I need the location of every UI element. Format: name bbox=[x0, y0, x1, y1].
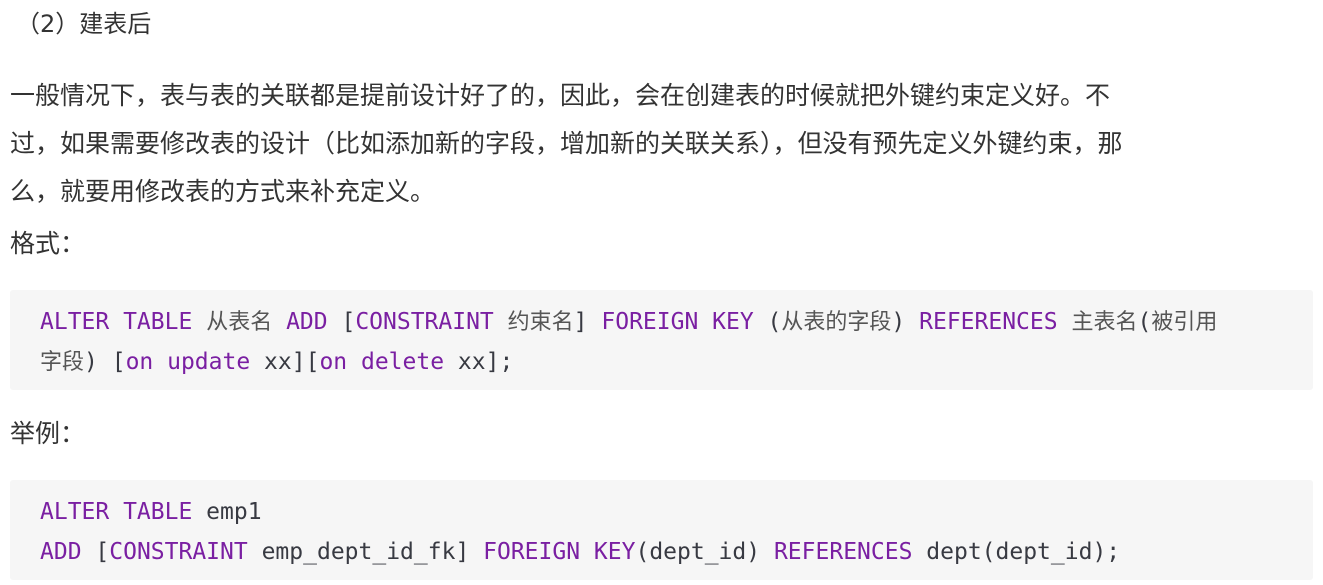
code-text: [ bbox=[81, 539, 110, 565]
code-text: xx]; bbox=[444, 349, 514, 375]
code-text: dept(dept_id); bbox=[912, 539, 1121, 565]
code-line: 字段) [on update xx][on delete xx]; bbox=[40, 342, 513, 383]
code-keyword: on delete bbox=[319, 349, 445, 375]
code-keyword: ALTER TABLE bbox=[40, 499, 193, 525]
paragraph-line: 一般情况下，表与表的关联都是提前设计好了的，因此，会在创建表的时候就把外键约束定… bbox=[10, 81, 1111, 110]
code-line: ADD [CONSTRAINT emp_dept_id_fk] FOREIGN … bbox=[40, 532, 1120, 572]
code-keyword: ADD bbox=[286, 309, 328, 335]
code-text: xx][ bbox=[250, 349, 320, 375]
code-placeholder: 字段 bbox=[40, 350, 85, 375]
code-text: ] bbox=[573, 309, 602, 335]
format-label: 格式： bbox=[10, 229, 86, 258]
code-text: (dept_id) bbox=[635, 539, 774, 565]
code-text: [ bbox=[327, 309, 356, 335]
code-text: emp1 bbox=[192, 499, 262, 525]
code-text: ) [ bbox=[84, 349, 126, 375]
code-keyword: ALTER TABLE bbox=[40, 309, 193, 335]
code-keyword: CONSTRAINT bbox=[355, 309, 494, 335]
code-keyword: on update bbox=[125, 349, 251, 375]
code-keyword: CONSTRAINT bbox=[109, 539, 248, 565]
description-paragraph: 一般情况下，表与表的关联都是提前设计好了的，因此，会在创建表的时候就把外键约束定… bbox=[10, 72, 1310, 216]
code-text: ( bbox=[753, 309, 782, 335]
paragraph-line: 么，就要用修改表的方式来补充定义。 bbox=[10, 177, 436, 206]
code-placeholder: 从表名 bbox=[206, 310, 273, 335]
paragraph-line: 过，如果需要修改表的设计（比如添加新的字段，增加新的关联关系），但没有预先定义外… bbox=[10, 129, 1123, 158]
code-line: ALTER TABLE 从表名 ADD [CONSTRAINT 约束名] FOR… bbox=[40, 302, 1217, 343]
code-keyword: FOREIGN KEY bbox=[483, 539, 636, 565]
example-code-block[interactable]: ALTER TABLE emp1 ADD [CONSTRAINT emp_dep… bbox=[10, 480, 1313, 580]
code-placeholder: 主表名 bbox=[1071, 310, 1138, 335]
code-keyword: REFERENCES bbox=[773, 539, 913, 565]
code-keyword: ADD bbox=[40, 539, 82, 565]
format-code-block[interactable]: ALTER TABLE 从表名 ADD [CONSTRAINT 约束名] FOR… bbox=[10, 290, 1313, 390]
code-line: ALTER TABLE emp1 bbox=[40, 492, 262, 532]
code-keyword: FOREIGN KEY bbox=[601, 309, 754, 335]
code-placeholder: 约束名 bbox=[507, 310, 574, 335]
document-page: （2）建表后 一般情况下，表与表的关联都是提前设计好了的，因此，会在创建表的时候… bbox=[0, 0, 1323, 585]
example-label: 举例： bbox=[10, 419, 86, 448]
code-text: ( bbox=[1137, 309, 1152, 335]
code-text: ) bbox=[891, 309, 920, 335]
code-keyword: REFERENCES bbox=[919, 309, 1058, 335]
code-placeholder: 被引用 bbox=[1151, 310, 1218, 335]
section-heading: （2）建表后 bbox=[16, 10, 152, 38]
code-text: emp_dept_id_fk] bbox=[247, 539, 484, 565]
code-placeholder: 从表的字段 bbox=[781, 310, 892, 335]
